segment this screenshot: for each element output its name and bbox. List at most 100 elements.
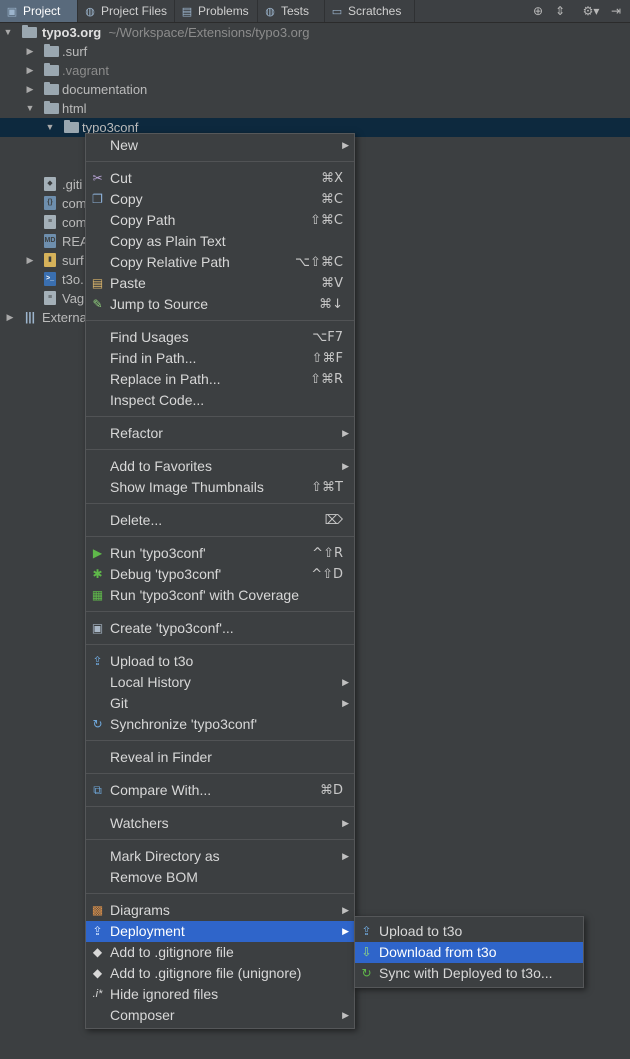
collapsed-arrow-icon[interactable]: ▶ (4, 308, 16, 327)
tab-scratches[interactable]: ▭ Scratches (325, 0, 415, 22)
menu-item-synchronize[interactable]: ↻ Synchronize 'typo3conf' (86, 714, 354, 735)
menu-item-inspect-code[interactable]: Inspect Code... (86, 390, 354, 411)
json-file-icon: {} (44, 196, 56, 210)
markdown-file-icon: MD (44, 234, 56, 248)
menu-item-find-usages[interactable]: Find Usages ⌥F7 (86, 327, 354, 348)
menu-item-git[interactable]: Git ▶ (86, 693, 354, 714)
run-icon: ▶ (92, 546, 103, 560)
menu-item-create[interactable]: ▣ Create 'typo3conf'... (86, 618, 354, 639)
folder-icon (22, 25, 37, 38)
menu-item-mark-directory-as[interactable]: Mark Directory as ▶ (86, 846, 354, 867)
hide-icon[interactable]: ⇥ (608, 2, 624, 20)
context-menu: New ▶ ✂ Cut ⌘X ❐ Copy ⌘C Copy Path ⇧⌘C C… (85, 133, 355, 1029)
target-icon[interactable]: ⊕ (530, 2, 546, 20)
menu-item-upload[interactable]: ⇪ Upload to t3o (86, 651, 354, 672)
submenu-item-upload[interactable]: ⇪ Upload to t3o (355, 921, 583, 942)
paste-icon: ▤ (91, 276, 104, 290)
menu-item-local-history[interactable]: Local History ▶ (86, 672, 354, 693)
menu-item-refactor[interactable]: Refactor ▶ (86, 423, 354, 444)
expanded-arrow-icon[interactable]: ▼ (44, 118, 56, 137)
folder-icon (44, 63, 59, 76)
menu-item-run-with-coverage[interactable]: ▦ Run 'typo3conf' with Coverage (86, 585, 354, 606)
globe-icon: ◍ (85, 6, 95, 18)
tree-row-vagrant[interactable]: ▶ .vagrant (0, 61, 630, 80)
menu-item-show-image-thumbnails[interactable]: Show Image Thumbnails ⇧⌘T (86, 477, 354, 498)
menu-item-debug[interactable]: ✱ Debug 'typo3conf' ^⇧D (86, 564, 354, 585)
menu-item-run[interactable]: ▶ Run 'typo3conf' ^⇧R (86, 543, 354, 564)
menu-item-copy[interactable]: ❐ Copy ⌘C (86, 189, 354, 210)
menu-separator (86, 503, 354, 504)
collapsed-arrow-icon[interactable]: ▶ (24, 61, 36, 80)
menu-item-jump-to-source[interactable]: ✎ Jump to Source ⌘↓ (86, 294, 354, 315)
menu-item-remove-bom[interactable]: Remove BOM (86, 867, 354, 888)
folder-icon (44, 44, 59, 57)
collapsed-arrow-icon[interactable]: ▶ (24, 42, 36, 61)
menu-item-hide-ignored-files[interactable]: .i* Hide ignored files (86, 984, 354, 1005)
menu-separator (86, 320, 354, 321)
git-file-icon: ◆ (44, 177, 56, 191)
menu-separator (86, 161, 354, 162)
upload-icon: ⇪ (361, 924, 372, 938)
library-icon: ||| (24, 310, 36, 324)
submenu-arrow-icon: ▶ (342, 677, 349, 687)
coverage-icon: ▦ (91, 588, 104, 602)
menu-item-add-to-gitignore-unignore[interactable]: ◆ Add to .gitignore file (unignore) (86, 963, 354, 984)
menu-item-find-in-path[interactable]: Find in Path... ⇧⌘F (86, 348, 354, 369)
menu-item-diagrams[interactable]: ▩ Diagrams ▶ (86, 900, 354, 921)
collapse-icon[interactable]: ⇕ (552, 2, 568, 20)
menu-item-compare-with[interactable]: ⧉ Compare With... ⌘D (86, 780, 354, 801)
submenu-arrow-icon: ▶ (342, 461, 349, 471)
menu-separator (86, 839, 354, 840)
project-icon: ▣ (6, 6, 18, 18)
tab-project[interactable]: ▣ Project (0, 0, 78, 22)
expanded-arrow-icon[interactable]: ▼ (24, 99, 36, 118)
menu-item-delete[interactable]: Delete... ⌦ (86, 510, 354, 531)
tree-row-surf[interactable]: ▶ .surf (0, 42, 630, 61)
menu-item-cut[interactable]: ✂ Cut ⌘X (86, 168, 354, 189)
menu-item-add-to-favorites[interactable]: Add to Favorites ▶ (86, 456, 354, 477)
submenu-item-sync[interactable]: ↻ Sync with Deployed to t3o... (355, 963, 583, 984)
php-config-icon: ▣ (91, 621, 104, 635)
git-icon: ◆ (92, 945, 103, 959)
collapsed-arrow-icon[interactable]: ▶ (24, 251, 36, 270)
sync-icon: ↻ (92, 717, 103, 731)
folder-icon (64, 120, 79, 133)
gear-icon[interactable]: ⚙▾ (578, 2, 604, 20)
git-icon: ◆ (92, 966, 103, 980)
ignore-pattern-icon: .i* (92, 988, 103, 1000)
tab-tests[interactable]: ◍ Tests (258, 0, 325, 22)
tab-project-files[interactable]: ◍ Project Files (78, 0, 175, 22)
menu-item-new[interactable]: New ▶ (86, 135, 354, 156)
menu-item-copy-relative-path[interactable]: Copy Relative Path ⌥⇧⌘C (86, 252, 354, 273)
tree-row-documentation[interactable]: ▶ documentation (0, 80, 630, 99)
menu-separator (86, 740, 354, 741)
collapsed-arrow-icon[interactable]: ▶ (24, 80, 36, 99)
archive-file-icon: ▮ (44, 253, 56, 267)
menu-item-deployment[interactable]: ⇪ Deployment ▶ (86, 921, 354, 942)
menu-separator (86, 773, 354, 774)
menu-separator (86, 611, 354, 612)
menu-item-copy-path[interactable]: Copy Path ⇧⌘C (86, 210, 354, 231)
folder-icon (44, 101, 59, 114)
download-icon: ⇩ (361, 945, 372, 959)
menu-item-copy-plain-text[interactable]: Copy as Plain Text (86, 231, 354, 252)
scissors-icon: ✂ (92, 171, 103, 185)
menu-item-paste[interactable]: ▤ Paste ⌘V (86, 273, 354, 294)
tab-problems[interactable]: ▤ Problems (175, 0, 258, 22)
folder-icon (44, 82, 59, 95)
tree-row-root[interactable]: ▼ typo3.org ~/Workspace/Extensions/typo3… (0, 23, 630, 42)
submenu-arrow-icon: ▶ (342, 428, 349, 438)
deployment-icon: ⇪ (92, 924, 103, 938)
menu-separator (86, 893, 354, 894)
expanded-arrow-icon[interactable]: ▼ (2, 23, 14, 42)
menu-separator (86, 416, 354, 417)
menu-item-watchers[interactable]: Watchers ▶ (86, 813, 354, 834)
submenu-arrow-icon: ▶ (342, 926, 349, 936)
file-icon: ≡ (44, 291, 56, 305)
tree-row-html[interactable]: ▼ html (0, 99, 630, 118)
menu-item-composer[interactable]: Composer ▶ (86, 1005, 354, 1026)
menu-item-replace-in-path[interactable]: Replace in Path... ⇧⌘R (86, 369, 354, 390)
submenu-item-download[interactable]: ⇩ Download from t3o (355, 942, 583, 963)
menu-item-reveal-in-finder[interactable]: Reveal in Finder (86, 747, 354, 768)
menu-item-add-to-gitignore[interactable]: ◆ Add to .gitignore file (86, 942, 354, 963)
